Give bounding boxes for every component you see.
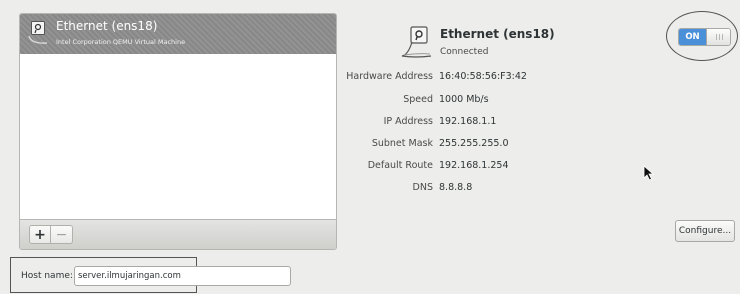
remove-device-button[interactable]: −: [51, 225, 73, 244]
speed-value: 1000 Mb/s: [439, 94, 489, 105]
speed-label: Speed: [403, 94, 433, 105]
connection-status: Connected: [440, 47, 489, 57]
subnet-mask-value: 255.255.255.0: [439, 138, 509, 149]
device-power-switch[interactable]: ON: [678, 28, 731, 46]
mouse-pointer-icon: [643, 165, 655, 181]
host-name-label: Host name:: [21, 271, 73, 281]
device-list-toolbar: + −: [20, 219, 336, 249]
dns-value: 8.8.8.8: [439, 182, 473, 193]
configure-button[interactable]: Configure...: [675, 220, 735, 242]
default-route-label: Default Route: [367, 160, 433, 171]
host-name-input[interactable]: server.ilmujaringan.com: [74, 266, 291, 286]
default-route-value: 192.168.1.254: [439, 160, 509, 171]
ethernet-icon: [31, 21, 45, 35]
device-list: Ethernet (ens18) Intel Corporation QEMU …: [19, 13, 337, 250]
hardware-address-value: 16:40:58:56:F3:42: [439, 71, 527, 82]
dns-label: DNS: [412, 182, 433, 193]
switch-on-label: ON: [679, 29, 706, 45]
ip-address-label: IP Address: [383, 116, 433, 127]
device-description: Intel Corporation QEMU Virtual Machine: [56, 38, 186, 46]
ip-address-value: 192.168.1.1: [439, 116, 497, 127]
device-name: Ethernet (ens18): [56, 19, 158, 33]
device-title: Ethernet (ens18): [440, 27, 555, 41]
device-list-item-ethernet[interactable]: Ethernet (ens18) Intel Corporation QEMU …: [20, 14, 336, 54]
ethernet-icon: [401, 26, 432, 58]
add-device-button[interactable]: +: [29, 225, 51, 244]
hardware-address-label: Hardware Address: [346, 71, 433, 82]
cable-icon: [28, 35, 48, 44]
switch-knob[interactable]: [706, 29, 730, 45]
subnet-mask-label: Subnet Mask: [371, 138, 433, 149]
